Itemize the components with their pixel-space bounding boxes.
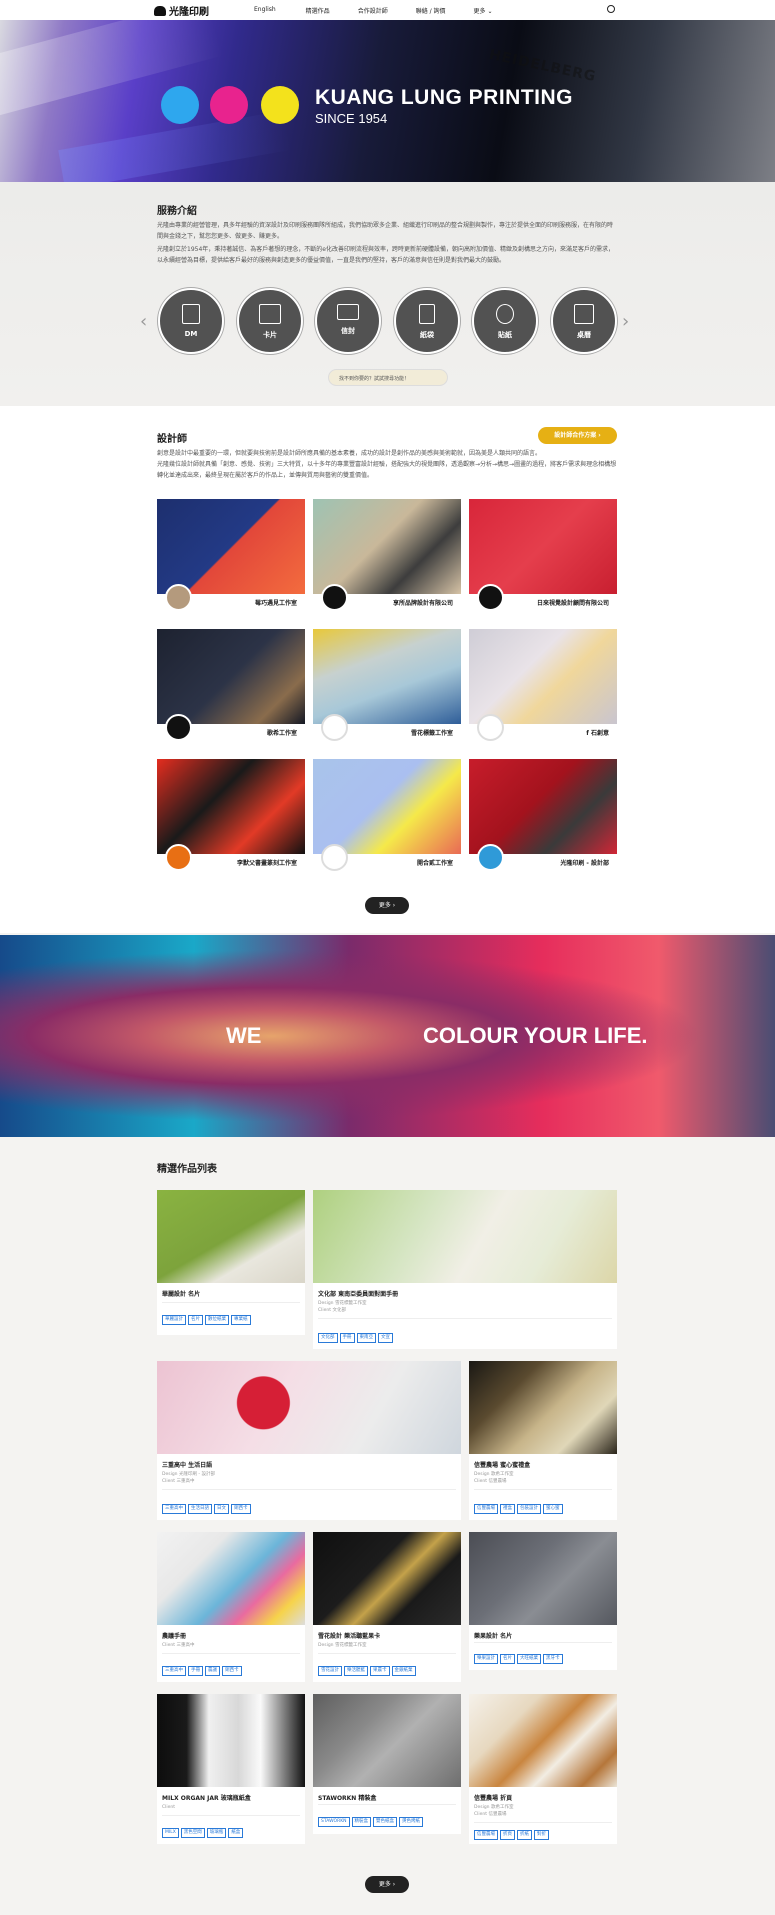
designers-title: 設計師 <box>157 434 187 445</box>
hero-subtitle: SINCE 1954 <box>315 111 388 126</box>
work-image <box>313 1694 461 1787</box>
services-paragraph-2: 光隆創立於1954年，秉持著誠信、為客戶著想的理念，不斷的e化改善印刷流程與效率… <box>157 246 614 264</box>
nav-designers[interactable]: 合作設計師 <box>358 6 388 15</box>
work-card[interactable]: 農議手冊 Client 三重高中 三重高中 手冊 農議 銅西卡 <box>157 1532 305 1682</box>
calendar-icon <box>574 304 594 324</box>
magenta-dot <box>210 86 248 124</box>
designer-image <box>157 629 305 724</box>
page: 光隆印刷 English 精選作品 合作設計師 聯絡 / 詢價 更多 ⌄ HEI… <box>0 0 775 1915</box>
bag-icon <box>419 304 435 324</box>
nav-more[interactable]: 更多 ⌄ <box>474 6 493 15</box>
designer-card[interactable]: 歌希工作室 <box>157 629 305 744</box>
work-image <box>469 1361 617 1454</box>
designer-image <box>469 499 617 594</box>
carousel-next-icon[interactable]: › <box>622 311 629 332</box>
service-calendar[interactable]: 桌曆 <box>551 288 617 354</box>
hero-title: KUANG LUNG PRINTING <box>315 86 573 109</box>
designer-card[interactable]: f 石創意 <box>469 629 617 744</box>
avatar <box>477 584 504 611</box>
nav-works[interactable]: 精選作品 <box>306 6 330 15</box>
designer-image <box>313 499 461 594</box>
designer-image <box>313 759 461 854</box>
work-card[interactable]: 信豐農場 折頁 Design 歌希工作室 Client 信豐農場 信豐農場 折頁折… <box>469 1694 617 1844</box>
designer-image <box>469 759 617 854</box>
avatar <box>165 844 192 871</box>
designer-image <box>313 629 461 724</box>
designers-paragraph-2: 光隆幾位設計師就具備「創意、感覺、技術」三大特質，以十多年的專業豐富設計經驗，搭… <box>157 461 617 479</box>
press-brand-mark: HEIDELBERG <box>487 46 598 86</box>
designer-card[interactable]: 日來視覺設計顧問有限公司 <box>469 499 617 614</box>
designer-card[interactable]: 光隆印刷 - 設計部 <box>469 759 617 874</box>
banner-left-text: WE <box>226 1023 262 1048</box>
service-search-input[interactable]: 找不到你要的？試試搜尋功能！ <box>328 369 448 386</box>
works-title: 精選作品列表 <box>157 1164 217 1175</box>
services-paragraph-1: 光隆由專業的經營管理，具多年經驗的資深設計及印刷服務團隊所組成，我們協助眾多企業… <box>157 222 614 240</box>
designer-image <box>157 499 305 594</box>
designers-paragraph-1: 創意是設計中最重要的一環，但就要與技術前是設計師所應具備的基本素養，成功的設計是… <box>157 450 542 457</box>
service-sticker[interactable]: 貼紙 <box>472 288 538 354</box>
work-card[interactable]: STAWORKN 精裝盒 STAWORKN 精裝盒 雙色紙盒 燙色烤紙 <box>313 1694 461 1834</box>
nav-links: English 精選作品 合作設計師 聯絡 / 詢價 更多 ⌄ <box>254 6 492 15</box>
search-icon[interactable] <box>607 5 615 13</box>
banner-right-text: COLOUR YOUR LIFE. <box>423 1023 648 1048</box>
service-envelope[interactable]: 信封 <box>315 288 381 354</box>
avatar <box>165 584 192 611</box>
works-more-button[interactable]: 更多 › <box>365 1876 409 1893</box>
service-dm[interactable]: DM <box>158 288 224 354</box>
avatar <box>321 844 348 871</box>
work-image <box>157 1190 305 1283</box>
designers-more-button[interactable]: 更多 › <box>365 897 409 914</box>
work-image <box>313 1190 617 1283</box>
designer-card[interactable]: 雪花標籤工作室 <box>313 629 461 744</box>
hero-banner: HEIDELBERG KUANG LUNG PRINTING SINCE 195… <box>0 20 775 182</box>
work-image <box>469 1532 617 1625</box>
work-card[interactable]: 信豐農場 蜜心蜜禮盒 Design 歌希工作室 Client 信豐農場 信豐農場… <box>469 1361 617 1520</box>
dm-icon <box>182 304 200 324</box>
avatar <box>477 844 504 871</box>
avatar <box>321 584 348 611</box>
sticker-icon <box>496 304 514 324</box>
designer-card[interactable]: 莓巧遇見工作室 <box>157 499 305 614</box>
nav-english[interactable]: English <box>254 6 276 15</box>
designer-card[interactable]: 開合貳工作室 <box>313 759 461 874</box>
work-card[interactable]: 華麗設計 名片 華麗設計 名片 數位紙業 專業紙 <box>157 1190 305 1335</box>
carousel-prev-icon[interactable]: ‹ <box>140 311 147 332</box>
work-card[interactable]: MILX ORGAN JAR 玻璃瓶紙盒 Client MILX 黑色空間 玻璃瓶紙… <box>157 1694 305 1844</box>
work-image <box>157 1361 461 1454</box>
logo-text: 光隆印刷 <box>169 7 209 18</box>
work-image <box>313 1532 461 1625</box>
work-card[interactable]: 文化部 東南亞委員面對面手冊 Design 雪花標籤工作室 Client 文化部… <box>313 1190 617 1349</box>
designer-card[interactable]: 李默父書畫篆刻工作室 <box>157 759 305 874</box>
colour-banner: WE COLOUR YOUR LIFE. <box>0 935 775 1137</box>
top-nav: 光隆印刷 English 精選作品 合作設計師 聯絡 / 詢價 更多 ⌄ <box>0 0 775 20</box>
envelope-icon <box>337 304 359 320</box>
service-paper-bag[interactable]: 紙袋 <box>394 288 460 354</box>
avatar <box>321 714 348 741</box>
designer-plan-button[interactable]: 設計師合作方案 › <box>538 427 617 444</box>
nav-contact[interactable]: 聯絡 / 詢價 <box>416 6 446 15</box>
service-card[interactable]: 卡片 <box>237 288 303 354</box>
avatar <box>165 714 192 741</box>
designer-image <box>469 629 617 724</box>
yellow-dot <box>261 86 299 124</box>
work-image <box>469 1694 617 1787</box>
designer-image <box>157 759 305 854</box>
cyan-dot <box>161 86 199 124</box>
services-title: 服務介紹 <box>157 206 197 217</box>
card-icon <box>259 304 281 324</box>
logo-icon <box>154 5 166 16</box>
avatar <box>477 714 504 741</box>
work-image <box>157 1694 305 1787</box>
designer-card[interactable]: 享所品牌設計有限公司 <box>313 499 461 614</box>
work-image <box>157 1532 305 1625</box>
logo[interactable]: 光隆印刷 <box>154 3 209 18</box>
work-card[interactable]: 雪花設計 樂活聽藍果卡 Design 雪花標籤工作室 雪花設計 樂活聽藍 果農卡 金銀… <box>313 1532 461 1682</box>
work-card[interactable]: 樂果設計 名片 樂果設計 名片 大旺紙業 黑牙卡 <box>469 1532 617 1670</box>
work-card[interactable]: 三重高中 生活日語 Design 光隆印刷 - 設計部 Client 三重高中 … <box>157 1361 461 1520</box>
